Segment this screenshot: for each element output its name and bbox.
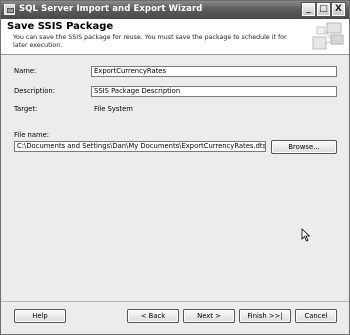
help-button[interactable]: Help [14, 309, 66, 323]
footer-separator [1, 301, 349, 302]
name-field[interactable]: ExportCurrencyRates [91, 66, 337, 77]
target-label: Target: [14, 105, 38, 113]
file-name-field[interactable]: C:\Documents and Settings\Dan\My Documen… [14, 141, 266, 152]
wizard-window: SQL Server Import and Export Wizard _ □ … [0, 0, 350, 335]
title-bar[interactable]: SQL Server Import and Export Wizard _ □ … [1, 1, 349, 19]
window-title: SQL Server Import and Export Wizard [19, 4, 203, 14]
cancel-button[interactable]: Cancel [295, 309, 337, 323]
target-value: File System [94, 105, 133, 113]
next-button[interactable]: Next > [183, 309, 235, 323]
page-description: You can save the SSIS package for reuse.… [13, 34, 287, 49]
browse-button[interactable]: Browse... [271, 140, 337, 154]
wizard-header-graphic [312, 22, 344, 50]
description-label: Description: [14, 87, 56, 95]
wizard-app-icon [4, 4, 15, 15]
name-label: Name: [14, 67, 37, 75]
back-button[interactable]: < Back [127, 309, 179, 323]
close-button[interactable]: X [331, 2, 346, 17]
minimize-button[interactable]: _ [301, 2, 316, 17]
mouse-pointer-icon [301, 228, 311, 242]
finish-button[interactable]: Finish >>| [239, 309, 291, 323]
wizard-header: Save SSIS Package You can save the SSIS … [1, 19, 349, 55]
maximize-button[interactable]: □ [316, 2, 331, 17]
page-title: Save SSIS Package [7, 21, 114, 32]
description-field[interactable]: SSIS Package Description [91, 86, 337, 97]
file-name-label: File name: [14, 131, 50, 139]
